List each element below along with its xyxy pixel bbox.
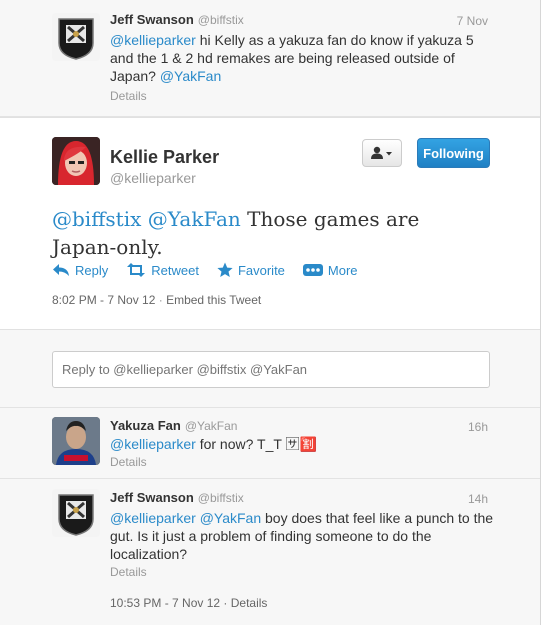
tweet-text-body: for now? T_T 🈂🈹 [195, 436, 317, 452]
tweet-text: @kellieparker hi Kelly as a yakuza fan d… [110, 31, 500, 85]
reply-action[interactable]: Reply [52, 262, 108, 278]
reply-box-area [0, 330, 540, 408]
mention-link[interactable]: @kellieparker [110, 436, 196, 452]
more-icon [302, 264, 323, 276]
avatar[interactable] [52, 13, 100, 61]
tweet-meta: 8:02 PM - 7 Nov 12 · Embed this Tweet [52, 293, 261, 307]
main-tweet: Kellie Parker @kellieparker Following @b… [0, 117, 540, 330]
retweet-icon [127, 263, 146, 277]
tweet-author-handle[interactable]: @biffstix [198, 491, 244, 505]
tweet-timestamp[interactable]: 10:53 PM - 7 Nov 12 [110, 596, 220, 610]
tweet-actions: Reply Retweet Favorite More [52, 262, 376, 278]
mention-link[interactable]: @YakFan [200, 510, 261, 526]
mention-link[interactable]: @biffstix [52, 207, 141, 231]
conversation-panel: Jeff Swanson @biffstix 7 Nov @kellieparke… [0, 0, 541, 625]
tweet-time[interactable]: 7 Nov [457, 14, 488, 28]
tweet-text: @kellieparker @YakFan boy does that feel… [110, 509, 500, 563]
more-action[interactable]: More [302, 262, 358, 278]
tweet-author-name[interactable]: Yakuza Fan [110, 418, 181, 433]
separator: · [158, 293, 163, 307]
tweet-item[interactable]: Yakuza Fan @YakFan 16h @kellieparker for … [0, 408, 540, 479]
user-dropdown-icon [371, 146, 392, 159]
details-link[interactable]: Details [110, 455, 147, 469]
avatar[interactable] [52, 489, 100, 537]
author-name[interactable]: Kellie Parker [110, 147, 219, 168]
tweet-item[interactable]: Jeff Swanson @biffstix 14h @kellieparker … [0, 479, 540, 625]
mention-link[interactable]: @kellieparker [110, 510, 196, 526]
embed-link[interactable]: Embed this Tweet [166, 293, 261, 307]
tweet-author-name[interactable]: Jeff Swanson [110, 490, 194, 505]
avatar[interactable] [52, 417, 100, 465]
tweet-time[interactable]: 16h [468, 420, 488, 434]
tweet-author-handle[interactable]: @YakFan [185, 419, 238, 433]
tweet-meta: 10:53 PM - 7 Nov 12 · Details [110, 596, 267, 610]
favorite-action[interactable]: Favorite [217, 262, 285, 278]
details-link[interactable]: Details [110, 89, 147, 103]
retweet-action[interactable]: Retweet [126, 262, 199, 278]
more-label: More [327, 262, 358, 278]
tweet-time[interactable]: 14h [468, 492, 488, 506]
user-actions-dropdown[interactable] [362, 139, 402, 167]
retweet-label: Retweet [151, 262, 199, 278]
mention-link[interactable]: @kellieparker [110, 32, 196, 48]
tweet-item[interactable]: Jeff Swanson @biffstix 7 Nov @kellieparke… [0, 0, 540, 117]
following-button[interactable]: Following [417, 138, 490, 168]
tweet-author-handle[interactable]: @biffstix [198, 13, 244, 27]
tweet-timestamp[interactable]: 8:02 PM - 7 Nov 12 [52, 293, 155, 307]
avatar[interactable] [52, 137, 100, 185]
favorite-label: Favorite [237, 262, 285, 278]
details-link[interactable]: Details [110, 565, 147, 579]
reply-icon [53, 264, 69, 276]
author-handle[interactable]: @kellieparker [110, 170, 196, 186]
tweet-author-name[interactable]: Jeff Swanson [110, 12, 194, 27]
details-link[interactable]: Details [231, 596, 268, 610]
star-icon [217, 262, 233, 277]
tweet-text: @kellieparker for now? T_T 🈂🈹 [110, 435, 500, 453]
separator: · [223, 596, 228, 610]
reply-input[interactable] [52, 351, 490, 388]
reply-label: Reply [75, 262, 109, 278]
mention-link[interactable]: @YakFan [160, 68, 221, 84]
mention-link[interactable]: @YakFan [148, 207, 241, 231]
main-tweet-text: @biffstix @YakFan Those games are Japan-… [52, 205, 472, 261]
